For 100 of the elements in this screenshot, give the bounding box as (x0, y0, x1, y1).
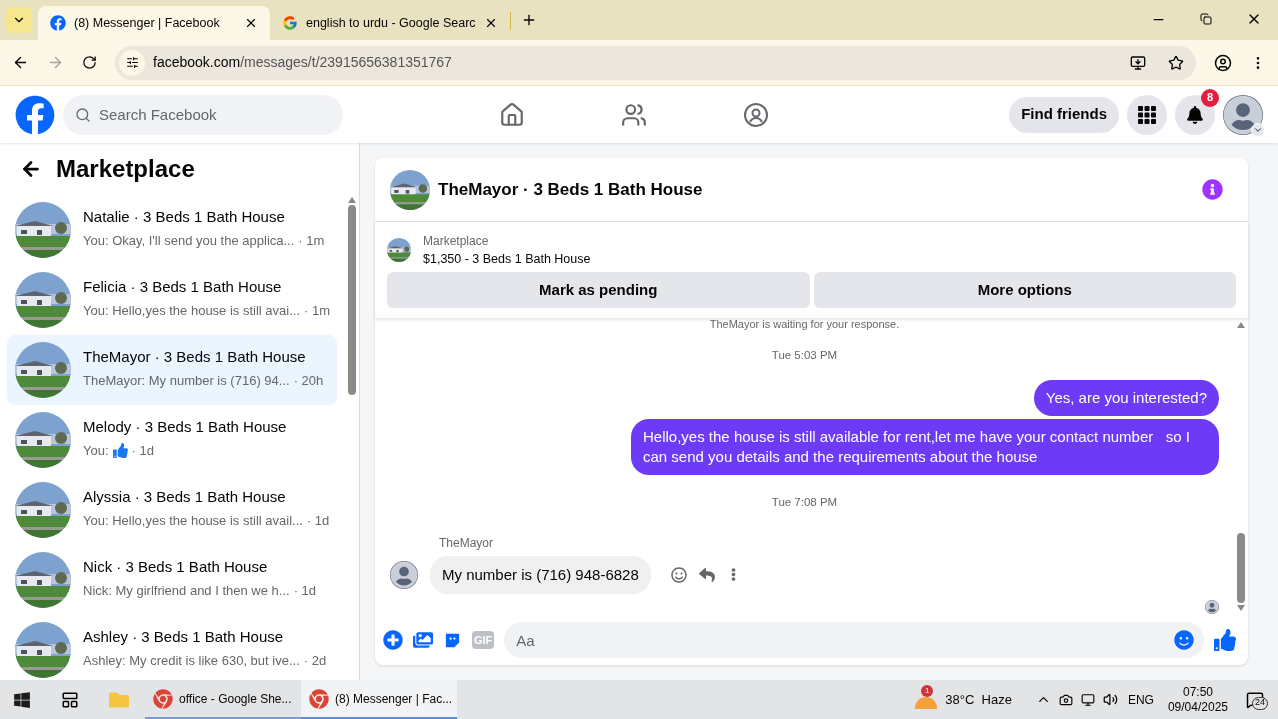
tab-title: english to urdu - Google Searc (306, 14, 476, 32)
tab-title: (8) Messenger | Facebook (74, 14, 221, 32)
listing-label: Marketplace (423, 233, 490, 250)
conversation-item[interactable]: Alyssia · 3 Beds 1 Bath House You: Hello,yes the house is still avail... · 1d (7, 475, 337, 545)
conversation-item[interactable]: Nick · 3 Beds 1 Bath House Nick: My girlfriend and I then we h... · 1d (7, 545, 337, 615)
incoming-message: My number is (716) 948-6828 (430, 555, 651, 594)
sender-name: TheMayor (439, 534, 495, 552)
photo-icon[interactable] (413, 630, 433, 650)
message-time: · 20h (293, 371, 324, 390)
message-time: · 1d (293, 581, 317, 600)
timestamp: Tue 7:08 PM (771, 495, 838, 511)
close-icon[interactable] (244, 16, 258, 30)
reload-icon[interactable] (82, 55, 97, 70)
conversation-name: TheMayor · 3 Beds 1 Bath House (83, 347, 307, 367)
conversation-item[interactable]: Natalie · 3 Beds 1 Bath House You: Okay, I'll send you the applica... · 1m (7, 195, 337, 265)
message-time: · 1m (298, 231, 325, 250)
scrollbar-thumb[interactable] (348, 205, 356, 395)
status-text: TheMayor is waiting for your response. (709, 318, 900, 331)
react-icon[interactable] (670, 566, 687, 583)
outgoing-message: Yes, are you interested? (1033, 380, 1219, 417)
scroll-up-icon[interactable] (1237, 322, 1245, 328)
camera-icon[interactable] (1058, 692, 1073, 707)
chrome-icon (153, 688, 173, 709)
friends-icon[interactable] (621, 101, 647, 128)
notifications-button[interactable] (1175, 94, 1215, 135)
language-indicator[interactable]: ENG (1127, 690, 1154, 709)
message-time: · 2d (303, 651, 327, 670)
volume-icon[interactable] (1102, 692, 1118, 707)
message-preview: You: Hello,yes the house is still avai... (83, 301, 301, 320)
profile-icon[interactable] (1214, 53, 1232, 72)
weather-text: 38°C Haze (945, 690, 1012, 709)
conversation-item[interactable]: Ashley · 3 Beds 1 Bath House Ashley: My credit is like 630, but ive... · 2d (7, 615, 337, 680)
facebook-icon (50, 15, 66, 31)
conversation-item[interactable]: Felicia · 3 Beds 1 Bath House You: Hello,yes the house is still avai... · 1m (7, 265, 337, 335)
message-time: · 1d (131, 441, 154, 460)
notification-count: 24 (1252, 696, 1268, 710)
back-icon[interactable] (20, 158, 42, 180)
avatar-icon (390, 560, 418, 589)
home-icon[interactable] (499, 101, 525, 128)
google-icon (282, 15, 298, 31)
address-bar[interactable]: facebook.com/messages/t/23915656381351767 (115, 45, 1196, 80)
message-preview: You: Hello,yes the house is still avail... (83, 511, 303, 530)
message-preview: Ashley: My credit is like 630, but ive... (83, 651, 300, 670)
clock[interactable]: 07:50 09/04/2025 (1167, 684, 1228, 715)
browser-tab[interactable]: (8) Messenger | Facebook (38, 6, 270, 40)
info-icon[interactable] (1202, 179, 1223, 200)
search-icon (75, 106, 91, 123)
facebook-logo[interactable] (15, 94, 55, 135)
message-time: · 1m (304, 301, 331, 320)
tab-list-button[interactable] (6, 7, 32, 33)
like-icon[interactable] (1214, 629, 1236, 651)
listing-action-button[interactable]: More options (813, 272, 1236, 308)
taskbar-app-title: office - Google She... (179, 690, 292, 708)
message-preview: Nick: My girlfriend and I then we h... (83, 581, 290, 600)
listing-action-button[interactable]: Mark as pending (387, 272, 810, 308)
chrome-icon (309, 688, 329, 709)
alert-badge: 1 (921, 684, 934, 697)
avatar-icon (1223, 94, 1263, 135)
timestamp: Tue 5:03 PM (771, 348, 838, 363)
back-icon[interactable] (12, 54, 29, 71)
sidebar-title: Marketplace (56, 154, 195, 184)
conversation-name: Alyssia · 3 Beds 1 Bath House (83, 487, 287, 507)
taskbar-app[interactable]: (8) Messenger | Fac... (301, 680, 457, 719)
taskbar-app-title: (8) Messenger | Fac... (335, 690, 453, 708)
listing-title: $1,350 - 3 Beds 1 Bath House (423, 251, 591, 268)
message-time: · 1d (306, 511, 330, 530)
groups-icon[interactable] (743, 101, 769, 128)
restore-icon[interactable] (1200, 13, 1212, 25)
message-preview: You: Okay, I'll send you the applica... (83, 231, 295, 250)
network-icon[interactable] (1080, 692, 1095, 707)
bookmark-icon[interactable] (1168, 54, 1184, 71)
conversation-item[interactable]: Melody · 3 Beds 1 Bath House You: · 1d (7, 405, 337, 475)
menu-button[interactable] (1127, 94, 1167, 135)
conversation-name: Nick · 3 Beds 1 Bath House (83, 557, 269, 577)
message-preview: TheMayor: My number is (716) 94... (83, 371, 290, 390)
search-field[interactable]: Search Facebook (63, 94, 343, 135)
emoji-icon[interactable] (1174, 630, 1194, 650)
outgoing-message: Hello,yes the house is still available for rent,let me have your contact number so I can send you details and the requirements about the house (631, 419, 1219, 476)
add-icon[interactable] (383, 630, 403, 650)
scroll-down-icon[interactable] (1237, 605, 1245, 611)
site-settings-icon[interactable] (119, 49, 145, 76)
conversation-item[interactable]: TheMayor · 3 Beds 1 Bath House TheMayor: My number is (716) 94... · 20h (7, 335, 337, 405)
conversation-name: Natalie · 3 Beds 1 Bath House (83, 207, 286, 227)
conversation-name: Ashley · 3 Beds 1 Bath House (83, 627, 285, 647)
menu-icon (1138, 105, 1156, 124)
notification-badge: 8 (1201, 88, 1219, 107)
browser-tab[interactable]: english to urdu - Google Searc (270, 6, 510, 40)
task-view-icon[interactable] (61, 690, 79, 709)
chat-title: TheMayor · 3 Beds 1 Bath House (438, 178, 704, 201)
message-field[interactable]: Aa (504, 622, 1204, 658)
scroll-up-icon[interactable] (348, 197, 356, 203)
avatar-icon (1205, 600, 1219, 614)
scrollbar-thumb[interactable] (1237, 533, 1245, 603)
message-preview: You: (83, 441, 109, 460)
url-text: facebook.com/messages/t/23915656381351767 (153, 53, 453, 72)
install-icon[interactable] (1130, 54, 1146, 71)
reply-icon[interactable] (698, 566, 715, 583)
conversation-name: Melody · 3 Beds 1 Bath House (83, 417, 287, 437)
start-icon[interactable] (13, 690, 31, 709)
find-friends-button[interactable]: Find friends (1009, 96, 1119, 133)
